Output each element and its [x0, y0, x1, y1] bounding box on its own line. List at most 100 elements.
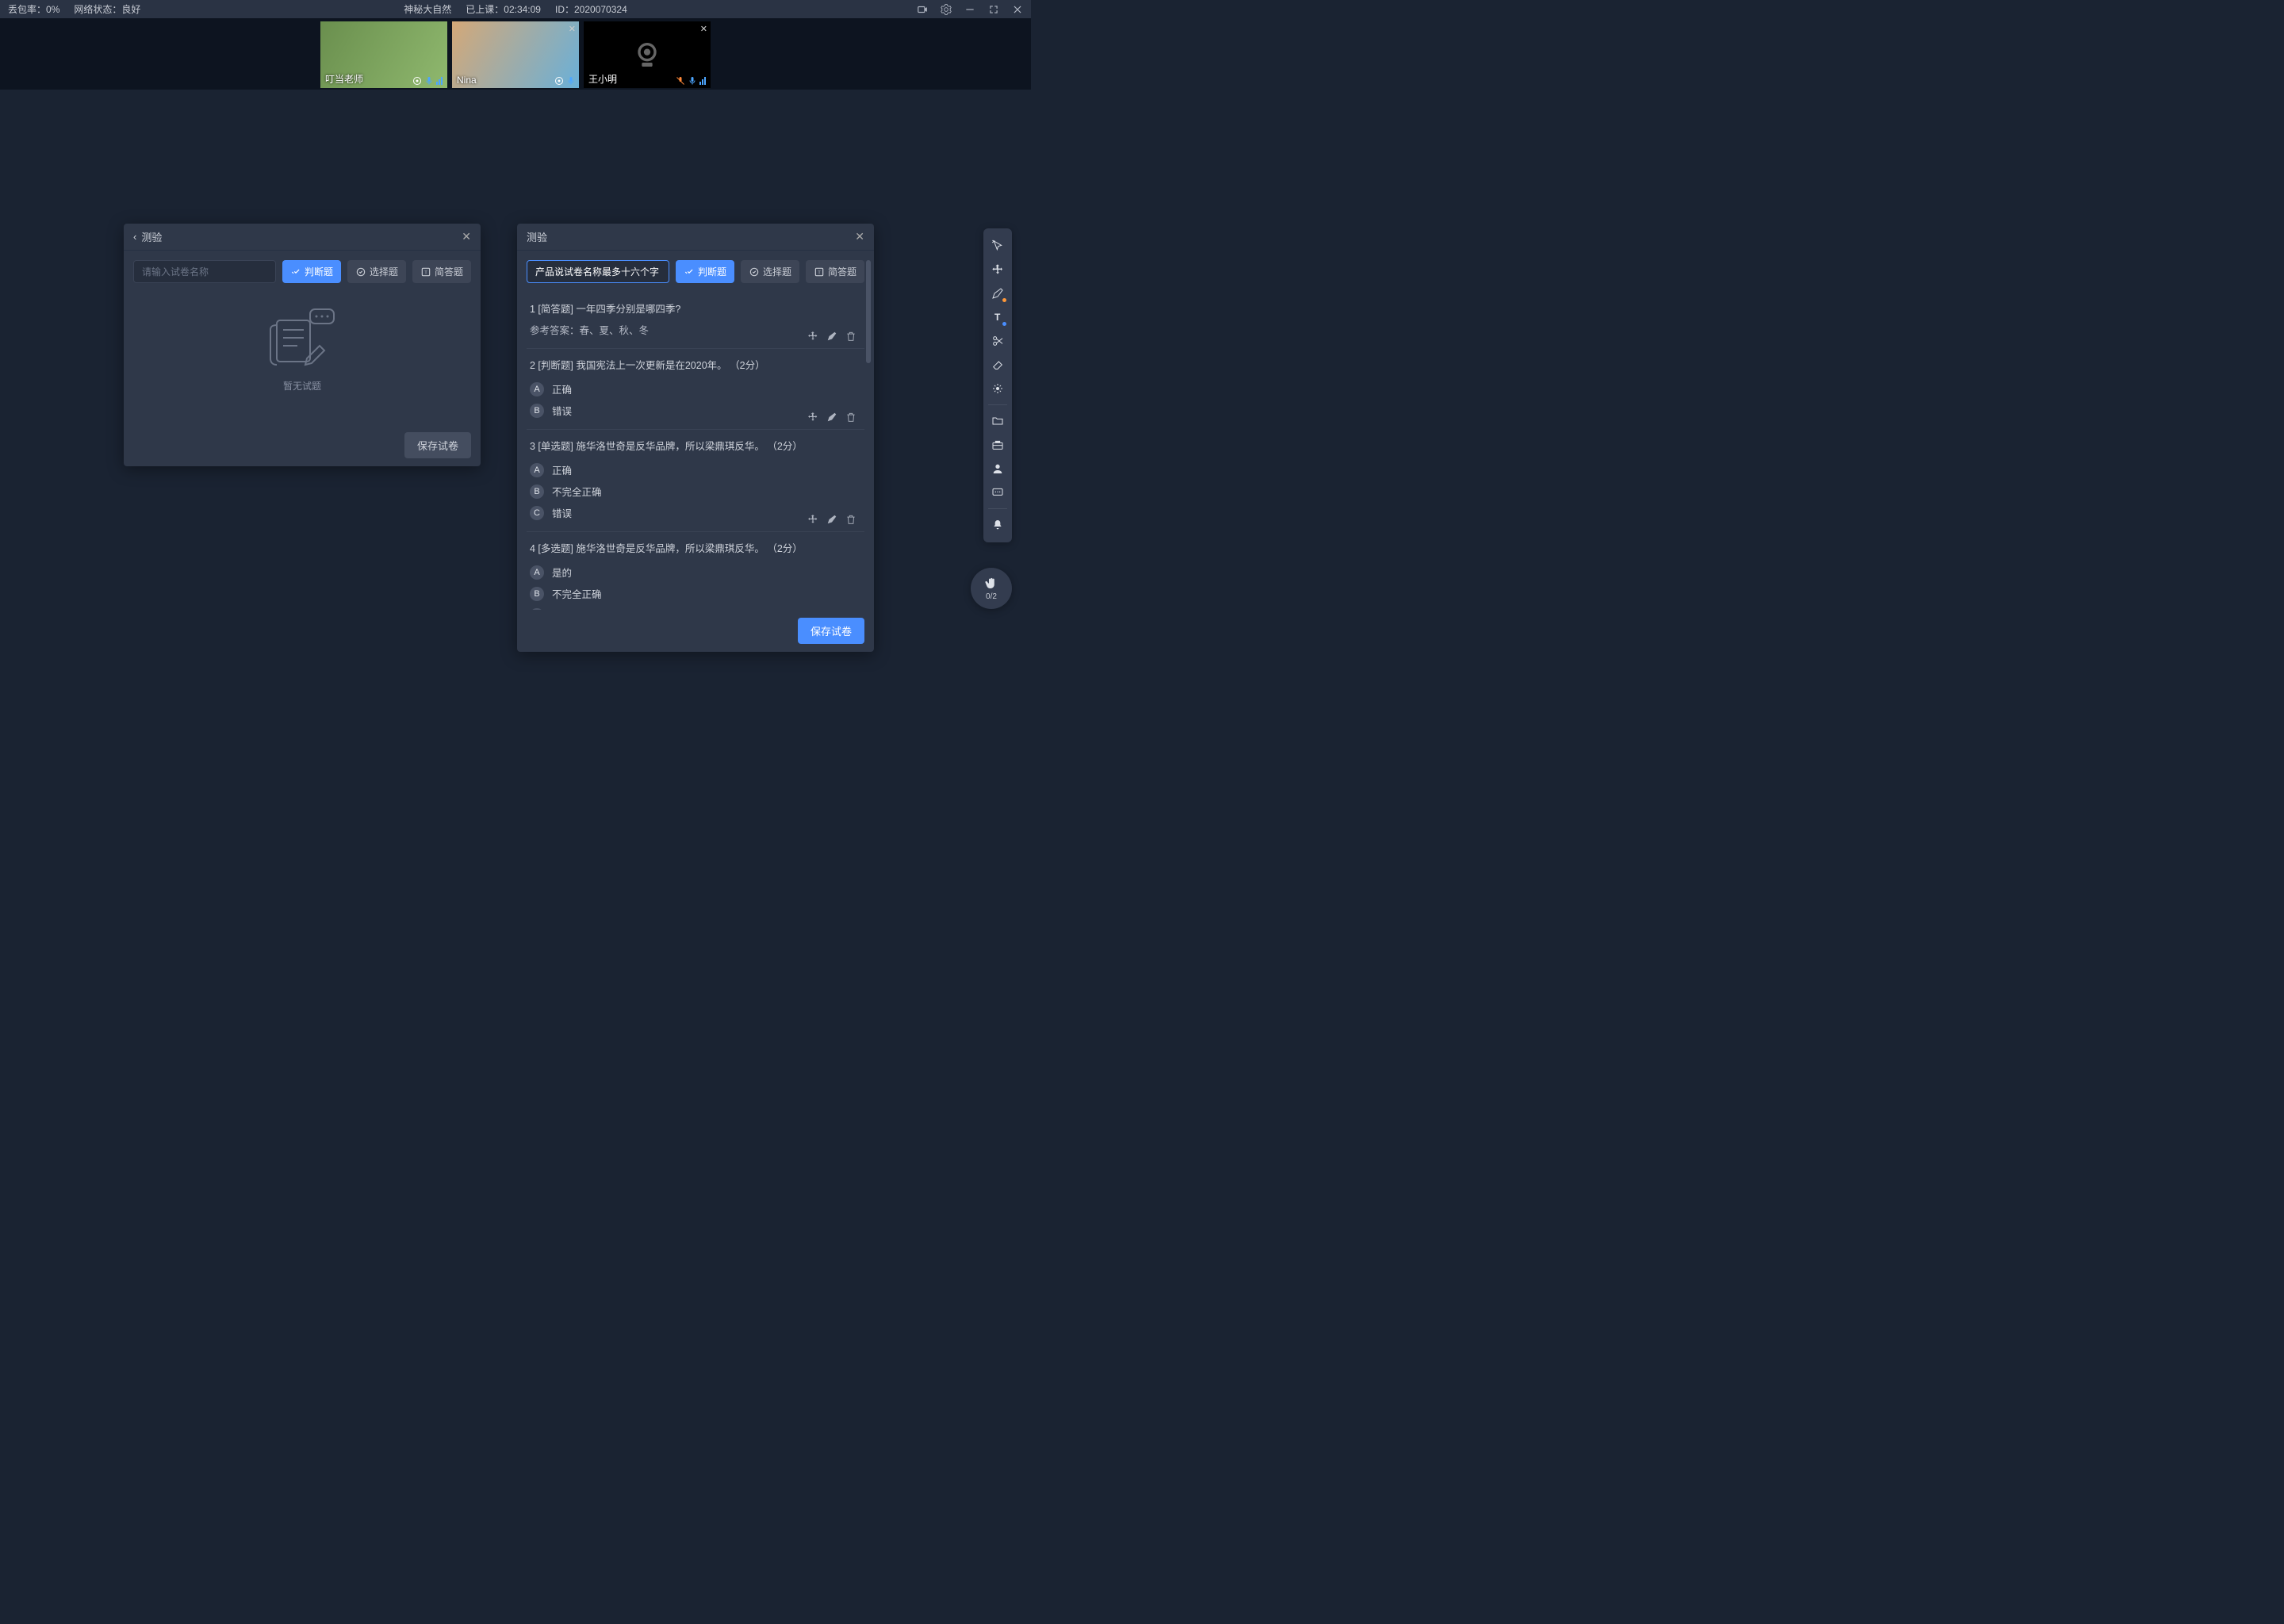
video-tile-student[interactable]: ✕ 王小明 — [584, 21, 711, 88]
option-badge: B — [530, 404, 544, 418]
delete-icon[interactable] — [845, 412, 856, 423]
svg-text:T: T — [424, 270, 427, 275]
edit-icon[interactable] — [826, 514, 837, 525]
question-actions — [807, 412, 856, 423]
save-quiz-button[interactable]: 保存试卷 — [798, 618, 864, 644]
short-answer-type-button[interactable]: T 简答题 — [412, 260, 471, 283]
question-item: 3 [单选题] 施华洛世奇是反华品牌，所以梁鼎琪反华。 （2分）A正确B不完全正… — [527, 430, 864, 532]
edit-icon[interactable] — [826, 412, 837, 423]
save-quiz-button[interactable]: 保存试卷 — [404, 432, 471, 458]
camera-off-icon — [631, 39, 663, 71]
move-icon[interactable] — [807, 514, 818, 525]
target-icon — [554, 76, 564, 86]
svg-text:T: T — [818, 270, 821, 275]
question-item: 4 [多选题] 施华洛世奇是反华品牌，所以梁鼎琪反华。 （2分）A是的B不完全正… — [527, 532, 864, 610]
question-title: 2 [判断题] 我国宪法上一次更新是在2020年。 （2分） — [530, 357, 850, 372]
record-icon[interactable] — [917, 4, 928, 15]
option-text: 是的 — [552, 565, 572, 580]
quiz-name-input[interactable] — [133, 260, 276, 283]
minimize-icon[interactable] — [964, 4, 975, 15]
quiz-name-input[interactable] — [527, 260, 669, 283]
option-badge: A — [530, 463, 544, 477]
mic-icon[interactable] — [566, 76, 576, 86]
close-icon[interactable] — [1012, 4, 1023, 15]
option-text: 错误 — [552, 505, 572, 520]
empty-illustration-icon — [263, 306, 342, 370]
move-icon[interactable] — [807, 412, 818, 423]
folder-tool[interactable] — [987, 410, 1009, 432]
bell-tool[interactable] — [987, 514, 1009, 536]
option-row[interactable]: B 错误 — [530, 400, 850, 421]
mic-icon[interactable] — [424, 76, 434, 86]
hand-raise-button[interactable]: 0/2 — [971, 568, 1012, 609]
target-icon — [412, 76, 422, 86]
quiz-panel-empty: ‹ 测验 ✕ 判断题 选择题 T 简答题 — [124, 224, 481, 466]
judge-type-button[interactable]: 判断题 — [282, 260, 341, 283]
video-tile-student[interactable]: ✕ Nina — [452, 21, 579, 88]
scrollbar[interactable] — [866, 260, 871, 615]
quiz-panel-filled: 测验 ✕ 判断题 选择题 T 简答题 1 [简答题] 一年四季分别是哪四季?参考… — [517, 224, 874, 652]
user-tool[interactable] — [987, 458, 1009, 480]
hand-icon — [984, 576, 998, 591]
cursor-tool[interactable] — [987, 235, 1009, 257]
option-badge: B — [530, 485, 544, 499]
delete-icon[interactable] — [845, 514, 856, 525]
svg-text:T: T — [994, 312, 1001, 323]
mic-muted-icon[interactable] — [676, 76, 685, 86]
option-badge: C — [530, 608, 544, 611]
panel-header: 测验 ✕ — [517, 224, 874, 251]
fullscreen-icon[interactable] — [988, 4, 999, 15]
choice-type-button[interactable]: 选择题 — [741, 260, 799, 283]
short-answer-type-button[interactable]: T 简答题 — [806, 260, 864, 283]
delete-icon[interactable] — [845, 331, 856, 342]
choice-type-button[interactable]: 选择题 — [347, 260, 406, 283]
option-row[interactable]: A正确 — [530, 459, 850, 481]
option-row[interactable]: C错误 — [530, 502, 850, 523]
back-icon[interactable]: ‹ — [133, 231, 136, 243]
signal-bars-icon — [436, 77, 444, 85]
video-tile-teacher[interactable]: 叮当老师 — [320, 21, 447, 88]
course-title: 神秘大自然 — [404, 2, 451, 16]
judge-type-button[interactable]: 判断题 — [676, 260, 734, 283]
laser-tool[interactable] — [987, 377, 1009, 400]
option-text: 正确 — [552, 381, 572, 396]
toolbox-tool[interactable] — [987, 434, 1009, 456]
video-name-label: 叮当老师 — [325, 72, 363, 86]
option-text: 错译 — [552, 607, 572, 610]
option-row[interactable]: B 不完全正确 — [530, 481, 850, 502]
option-row[interactable]: A 是的 — [530, 561, 850, 583]
edit-icon[interactable] — [826, 331, 837, 342]
session-id: ID：2020070324 — [555, 2, 627, 16]
close-icon[interactable]: ✕ — [855, 230, 864, 243]
option-row[interactable]: B 不完全正确 — [530, 583, 850, 604]
hand-raise-count: 0/2 — [986, 592, 997, 601]
pen-tool[interactable] — [987, 282, 1009, 304]
eraser-tool[interactable] — [987, 354, 1009, 376]
question-item: 2 [判断题] 我国宪法上一次更新是在2020年。 （2分） A 正确 B 错误 — [527, 349, 864, 430]
move-tool[interactable] — [987, 259, 1009, 281]
option-row[interactable]: C 错译 — [530, 604, 850, 610]
mic-icon[interactable] — [688, 76, 697, 86]
option-text: 不完全正确 — [552, 484, 602, 499]
video-strip: 叮当老师 ✕ Nina ✕ 王小明 — [0, 18, 1031, 90]
question-item: 1 [简答题] 一年四季分别是哪四季?参考答案：春、夏、秋、冬 — [527, 293, 864, 349]
close-icon[interactable]: ✕ — [462, 230, 471, 243]
panel-title: 测验 — [141, 229, 162, 244]
option-badge: A — [530, 382, 544, 396]
move-icon[interactable] — [807, 331, 818, 342]
option-badge: B — [530, 587, 544, 601]
question-title: 1 [简答题] 一年四季分别是哪四季? — [530, 301, 850, 316]
text-tool[interactable]: T — [987, 306, 1009, 328]
signal-bars-icon — [699, 77, 707, 85]
scissors-tool[interactable] — [987, 330, 1009, 352]
option-row[interactable]: A 正确 — [530, 378, 850, 400]
chat-tool[interactable] — [987, 481, 1009, 504]
question-actions — [807, 331, 856, 342]
video-close-icon[interactable]: ✕ — [700, 24, 707, 34]
option-text: 错误 — [552, 403, 572, 418]
option-text: 不完全正确 — [552, 586, 602, 601]
question-list: 1 [简答题] 一年四季分别是哪四季?参考答案：春、夏、秋、冬 2 [判断题] … — [527, 293, 874, 610]
option-badge: A — [530, 565, 544, 580]
settings-icon[interactable] — [941, 4, 952, 15]
video-close-icon[interactable]: ✕ — [569, 24, 576, 34]
